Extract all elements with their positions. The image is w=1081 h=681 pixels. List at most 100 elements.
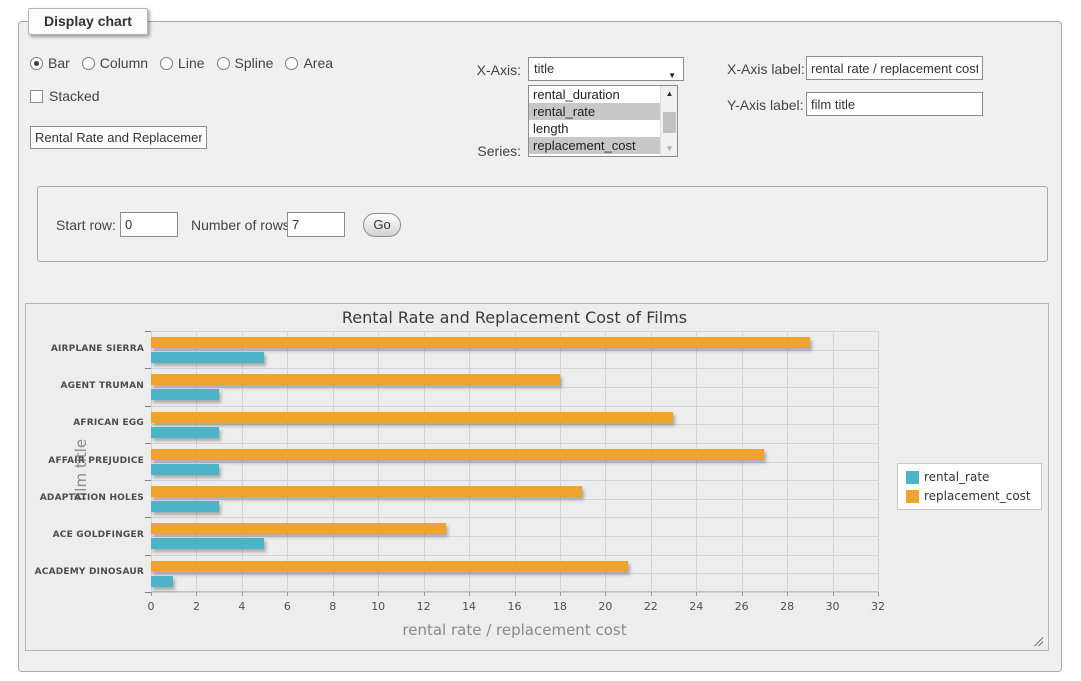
dropdown-arrow-icon: ▼ — [668, 65, 676, 87]
x-tick-label: 8 — [329, 600, 336, 613]
bar-rental_rate[interactable] — [151, 427, 219, 438]
series-option-length[interactable]: length — [529, 120, 677, 137]
start-row-input[interactable] — [120, 212, 178, 237]
legend-label: replacement_cost — [924, 489, 1031, 503]
chart-type-option-bar[interactable]: Bar — [30, 55, 70, 71]
bar-replacement_cost[interactable] — [151, 337, 810, 348]
row-controls: Start row: Number of rows: Go — [38, 212, 1047, 238]
v-gridline — [515, 331, 516, 592]
x-tick-label: 24 — [689, 600, 703, 613]
category-label: ADAPTATION HOLES — [26, 493, 144, 503]
bar-rental_rate[interactable] — [151, 352, 264, 363]
x-axis-label-caption: X-Axis label: — [727, 61, 805, 77]
radio-label: Area — [303, 55, 333, 71]
series-listbox[interactable]: rental_durationrental_ratelengthreplacem… — [528, 85, 678, 157]
x-axis-tick — [469, 592, 470, 596]
series-option-rental_rate[interactable]: rental_rate — [529, 103, 677, 120]
x-axis-tick — [378, 592, 379, 596]
category-label: AGENT TRUMAN — [26, 381, 144, 391]
resize-handle-icon[interactable] — [1032, 635, 1043, 646]
v-gridline — [196, 331, 197, 592]
radio-label: Spline — [235, 55, 274, 71]
bar-replacement_cost[interactable] — [151, 523, 446, 534]
series-option-replacement_cost[interactable]: replacement_cost — [529, 137, 677, 154]
x-tick-label: 22 — [644, 600, 658, 613]
chart-legend[interactable]: rental_rate replacement_cost — [897, 463, 1042, 510]
legend-item-rental_rate[interactable]: rental_rate — [906, 470, 1031, 484]
bar-replacement_cost[interactable] — [151, 561, 628, 572]
scrollbar-up-icon[interactable]: ▲ — [661, 86, 678, 101]
x-axis-tick — [742, 592, 743, 596]
bar-rental_rate[interactable] — [151, 576, 173, 587]
x-axis-tick — [151, 592, 152, 596]
y-axis-label-input[interactable] — [806, 92, 983, 116]
v-gridline — [242, 331, 243, 592]
radio-button-line[interactable] — [160, 57, 173, 70]
x-tick-label: 26 — [735, 600, 749, 613]
x-tick-label: 2 — [193, 600, 200, 613]
bar-replacement_cost[interactable] — [151, 374, 560, 385]
bar-rental_rate[interactable] — [151, 389, 219, 400]
v-gridline — [333, 331, 334, 592]
x-axis-tick — [696, 592, 697, 596]
v-gridline — [878, 331, 879, 592]
v-gridline — [787, 331, 788, 592]
y-axis-tick — [145, 368, 151, 369]
y-axis-tick — [145, 331, 151, 332]
scrollbar-down-icon[interactable]: ▼ — [661, 141, 678, 156]
fieldset-legend: Display chart — [28, 8, 148, 35]
y-axis-tick — [145, 406, 151, 407]
v-gridline — [151, 331, 152, 592]
bar-rental_rate[interactable] — [151, 501, 219, 512]
x-axis-tick — [515, 592, 516, 596]
legend-item-replacement_cost[interactable]: replacement_cost — [906, 489, 1031, 503]
chart-title: Rental Rate and Replacement Cost of Film… — [151, 308, 878, 327]
chart-type-option-area[interactable]: Area — [285, 55, 333, 71]
v-gridline — [833, 331, 834, 592]
bar-replacement_cost[interactable] — [151, 486, 582, 497]
stacked-checkbox[interactable] — [30, 90, 43, 103]
scrollbar-thumb[interactable] — [663, 112, 676, 133]
x-axis-tick — [242, 592, 243, 596]
v-gridline — [469, 331, 470, 592]
radio-button-bar[interactable] — [30, 57, 43, 70]
stacked-label: Stacked — [49, 88, 100, 104]
category-label: ACADEMY DINOSAUR — [26, 567, 144, 577]
num-rows-label: Number of rows: — [191, 217, 294, 233]
start-row-label: Start row: — [56, 217, 116, 233]
y-axis-tick — [145, 443, 151, 444]
go-button[interactable]: Go — [363, 213, 401, 237]
x-axis-select[interactable]: title ▼ — [528, 57, 684, 81]
radio-button-spline[interactable] — [217, 57, 230, 70]
v-gridline — [378, 331, 379, 592]
series-options: rental_durationrental_ratelengthreplacem… — [529, 86, 677, 154]
v-gridline — [424, 331, 425, 592]
x-axis-tick — [333, 592, 334, 596]
x-axis-tick — [196, 592, 197, 596]
radio-label: Column — [100, 55, 148, 71]
radio-button-column[interactable] — [82, 57, 95, 70]
chart-title-input[interactable] — [30, 126, 207, 149]
bar-replacement_cost[interactable] — [151, 449, 764, 460]
x-tick-label: 10 — [371, 600, 385, 613]
x-axis-label-input[interactable] — [806, 56, 983, 80]
series-scrollbar[interactable]: ▲ ▼ — [660, 86, 677, 156]
x-tick-label: 18 — [553, 600, 567, 613]
row-controls-panel: Start row: Number of rows: Go — [37, 186, 1048, 262]
app-window: Display chart Bar Column Line Spline Area St… — [0, 0, 1081, 681]
x-axis-tick — [833, 592, 834, 596]
series-option-rental_duration[interactable]: rental_duration — [529, 86, 677, 103]
radio-button-area[interactable] — [285, 57, 298, 70]
bar-rental_rate[interactable] — [151, 464, 219, 475]
bar-replacement_cost[interactable] — [151, 412, 673, 423]
chart-type-option-spline[interactable]: Spline — [217, 55, 274, 71]
num-rows-input[interactable] — [287, 212, 345, 237]
x-tick-label: 32 — [871, 600, 885, 613]
x-axis-tick — [878, 592, 879, 596]
bar-rental_rate[interactable] — [151, 538, 264, 549]
v-gridline — [560, 331, 561, 592]
chart-type-option-line[interactable]: Line — [160, 55, 204, 71]
x-axis-tick — [605, 592, 606, 596]
stacked-checkbox-row[interactable]: Stacked — [30, 88, 100, 104]
chart-type-option-column[interactable]: Column — [82, 55, 148, 71]
